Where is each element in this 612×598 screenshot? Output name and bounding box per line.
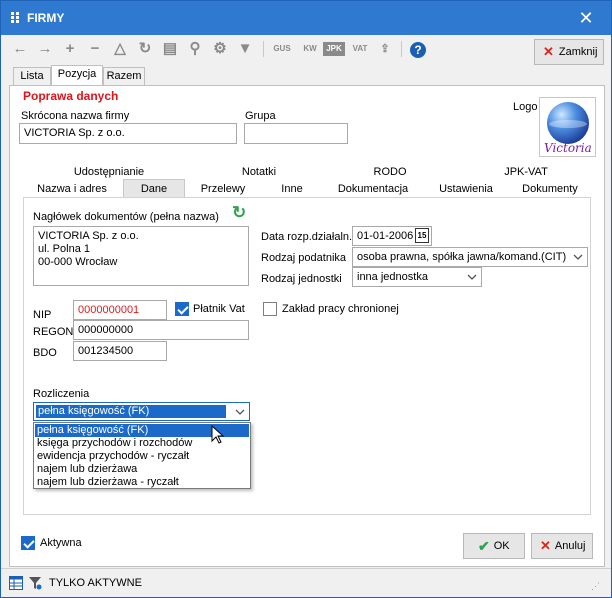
chevron-down-icon	[467, 274, 477, 280]
minus-icon[interactable]: −	[86, 39, 104, 59]
taxpayer-type-select[interactable]: osoba prawna, spółka jawna/komand.(CIT)	[352, 247, 588, 267]
settlement-selected-value: pełna księgowość (FK)	[36, 405, 226, 418]
arrow-right-icon[interactable]: →	[36, 39, 54, 59]
subtab-udostepnianie[interactable]: Udostępnianie	[71, 164, 147, 180]
close-button-label: Zamknij	[558, 46, 598, 58]
status-bar: TYLKO AKTYWNE ⋰	[1, 568, 611, 597]
tab-razem[interactable]: Razem	[103, 67, 145, 85]
toolbar: ← → + − △ ↻ ▤ ⚲ ⚙ ▼ GUS KW JPK VAT ⇪ ?	[1, 35, 611, 65]
active-label: Aktywna	[40, 537, 82, 549]
filter-active-icon[interactable]	[28, 576, 42, 590]
subtab-jpk-vat[interactable]: JPK-VAT	[503, 164, 549, 180]
regon-input[interactable]: 000000000	[73, 320, 249, 340]
kw-icon[interactable]: KW	[299, 39, 321, 59]
active-checkbox[interactable]	[21, 536, 35, 550]
logo-label: Logo	[513, 101, 538, 113]
unit-type-label: Rodzaj jednostki	[261, 273, 342, 285]
globe-logo-icon	[547, 102, 589, 144]
window-close-button[interactable]: ✕	[573, 7, 599, 29]
toolbar-separator	[263, 41, 264, 57]
chevron-down-icon	[573, 254, 583, 260]
refresh-icon[interactable]: ↻	[136, 39, 154, 59]
header-docs-textarea[interactable]: VICTORIA Sp. z o.o. ul. Polna 1 00-000 W…	[33, 226, 249, 286]
subtab-ustawienia[interactable]: Ustawienia	[437, 181, 495, 197]
title-bar: FIRMY ✕	[1, 1, 611, 35]
logo-text: Victoria	[544, 141, 592, 155]
firmy-window: FIRMY ✕ ← → + − △ ↻ ▤ ⚲ ⚙ ▼ GUS KW JPK V…	[0, 0, 612, 598]
subtab-dokumentacja[interactable]: Dokumentacja	[337, 181, 409, 197]
sheltered-workplace-label: Zakład pracy chronionej	[282, 303, 399, 315]
mouse-cursor-icon	[211, 425, 225, 444]
filter-icon[interactable]: ▼	[236, 39, 254, 59]
arrow-left-icon[interactable]: ←	[11, 39, 29, 59]
subtab-dokumenty[interactable]: Dokumenty	[521, 181, 579, 197]
export-icon[interactable]: ⇪	[376, 39, 394, 59]
header-docs-line: VICTORIA Sp. z o.o.	[38, 230, 139, 242]
toolbar-separator	[401, 41, 402, 57]
subtab-nazwa-i-adres[interactable]: Nazwa i adres	[35, 181, 109, 197]
plus-icon[interactable]: +	[61, 39, 79, 59]
regon-label: REGON	[33, 326, 74, 338]
zoom-icon[interactable]: ⚲	[186, 39, 204, 59]
vat-payer-checkbox[interactable]	[175, 302, 189, 316]
unit-type-select[interactable]: inna jednostka	[352, 267, 482, 287]
group-label: Grupa	[245, 110, 276, 122]
settlement-option[interactable]: ewidencja przychodów - ryczałt	[35, 450, 249, 463]
bdo-label: BDO	[33, 347, 57, 359]
tab-lista[interactable]: Lista	[13, 67, 51, 85]
subtab-rodo[interactable]: RODO	[372, 164, 408, 180]
logo-image[interactable]: Victoria	[539, 97, 596, 157]
window-title: FIRMY	[27, 11, 65, 25]
unit-type-value: inna jednostka	[357, 271, 428, 283]
subtab-dane[interactable]: Dane	[123, 179, 185, 197]
settings-icon[interactable]: ⚙	[211, 39, 229, 59]
short-name-label: Skrócona nazwa firmy	[21, 110, 130, 122]
jpk-icon[interactable]: JPK	[323, 42, 345, 56]
start-date-label: Data rozp.działaln.	[261, 231, 353, 243]
close-x-icon: ✕	[543, 44, 554, 59]
ok-button-label: OK	[493, 540, 510, 552]
subtab-przelewy[interactable]: Przelewy	[199, 181, 247, 197]
nip-label: NIP	[33, 309, 52, 321]
check-icon: ✔	[478, 537, 490, 554]
settlement-option[interactable]: najem lub dzierżawa	[35, 463, 249, 476]
cancel-button[interactable]: ✕ Anuluj	[531, 533, 593, 559]
table-icon[interactable]	[9, 576, 23, 590]
header-docs-line: ul. Polna 1	[38, 243, 90, 255]
cancel-x-icon: ✕	[540, 538, 551, 553]
settlement-select[interactable]: pełna księgowość (FK)	[33, 402, 250, 421]
app-grid-icon	[11, 12, 21, 24]
sheltered-workplace-checkbox[interactable]	[263, 302, 277, 316]
chevron-down-icon	[235, 409, 245, 415]
vat-payer-label: Płatnik Vat	[193, 303, 245, 315]
settlement-label: Rozliczenia	[33, 388, 90, 400]
group-input[interactable]	[244, 123, 348, 144]
header-docs-line: 00-000 Wrocław	[38, 256, 118, 268]
calendar-icon[interactable]: 15	[415, 228, 429, 243]
resize-grip-icon[interactable]: ⋰	[591, 581, 600, 592]
ok-button[interactable]: ✔ OK	[463, 533, 525, 559]
close-button[interactable]: ✕ Zamknij	[534, 39, 604, 65]
subtab-inne[interactable]: Inne	[278, 181, 306, 197]
subtab-notatki[interactable]: Notatki	[237, 164, 281, 180]
vat-icon[interactable]: VAT	[349, 39, 371, 59]
help-icon[interactable]: ?	[410, 42, 426, 58]
refresh-icon[interactable]: ↻	[232, 204, 248, 221]
header-docs-label: Nagłówek dokumentów (pełna nazwa)	[33, 211, 219, 223]
settlement-option[interactable]: najem lub dzierżawa - ryczałt	[35, 476, 249, 489]
print-icon[interactable]: ▤	[161, 39, 179, 59]
tab-pozycja[interactable]: Pozycja	[51, 65, 103, 86]
short-name-input[interactable]: VICTORIA Sp. z o.o.	[19, 123, 237, 144]
section-title: Poprawa danych	[23, 89, 119, 103]
taxpayer-type-label: Rodzaj podatnika	[261, 252, 347, 264]
warning-icon[interactable]: △	[111, 39, 129, 59]
taxpayer-type-value: osoba prawna, spółka jawna/komand.(CIT)	[357, 251, 567, 263]
bdo-input[interactable]: 001234500	[73, 341, 167, 361]
nip-input[interactable]: 0000000001	[73, 300, 167, 320]
gus-icon[interactable]: GUS	[271, 39, 293, 59]
cancel-button-label: Anuluj	[554, 540, 586, 552]
status-text: TYLKO AKTYWNE	[49, 577, 142, 589]
